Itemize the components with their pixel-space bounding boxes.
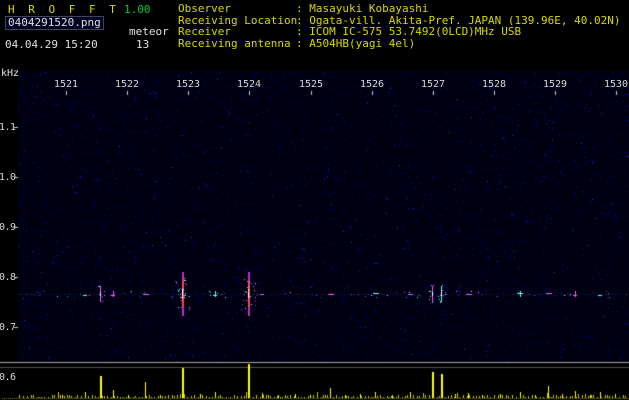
time-tick-label: 1521 bbox=[53, 79, 79, 90]
frequency-unit-label: kHz bbox=[1, 68, 20, 79]
output-filename: 0404291520.png bbox=[5, 16, 104, 30]
hrofft-window: H R O F F T 1.00 0404291520.png meteor 0… bbox=[0, 0, 629, 400]
time-tick-label: 1530 bbox=[603, 79, 629, 90]
time-tick-label: 1529 bbox=[542, 79, 568, 90]
time-tick-label: 1522 bbox=[114, 79, 140, 90]
info-label: Receiving antenna bbox=[178, 36, 291, 50]
app-title: H R O F F T bbox=[8, 3, 120, 16]
freq-tick-label: 0.7 bbox=[0, 322, 16, 333]
meteor-count: 13 bbox=[136, 38, 150, 51]
time-tick-label: 1526 bbox=[359, 79, 385, 90]
spectrogram-canvas bbox=[0, 0, 629, 400]
freq-tick-label: 1.0 bbox=[0, 172, 16, 183]
freq-tick-label: 0.8 bbox=[0, 272, 16, 283]
app-version: 1.00 bbox=[124, 3, 151, 16]
time-tick-label: 1528 bbox=[481, 79, 507, 90]
time-tick-label: 1523 bbox=[175, 79, 201, 90]
capture-timestamp: 04.04.29 15:20 bbox=[5, 38, 98, 51]
freq-tick-label: 0.6 bbox=[0, 372, 16, 383]
station-info-row: Receiving antenna : A504HB(yagi 4el) bbox=[178, 36, 621, 50]
mode-label: meteor bbox=[129, 25, 169, 38]
freq-tick-label: 1.1 bbox=[0, 122, 16, 133]
info-value: : A504HB(yagi 4el) bbox=[296, 36, 416, 50]
info-label: Receiver bbox=[178, 25, 231, 38]
time-tick-label: 1527 bbox=[420, 79, 446, 90]
station-info: Observer: Masayuki Kobayashi Receiving Lo… bbox=[178, 3, 621, 49]
time-tick-label: 1524 bbox=[236, 79, 262, 90]
freq-tick-label: 0.9 bbox=[0, 222, 16, 233]
time-tick-label: 1525 bbox=[298, 79, 324, 90]
info-label: Observer bbox=[178, 2, 231, 15]
